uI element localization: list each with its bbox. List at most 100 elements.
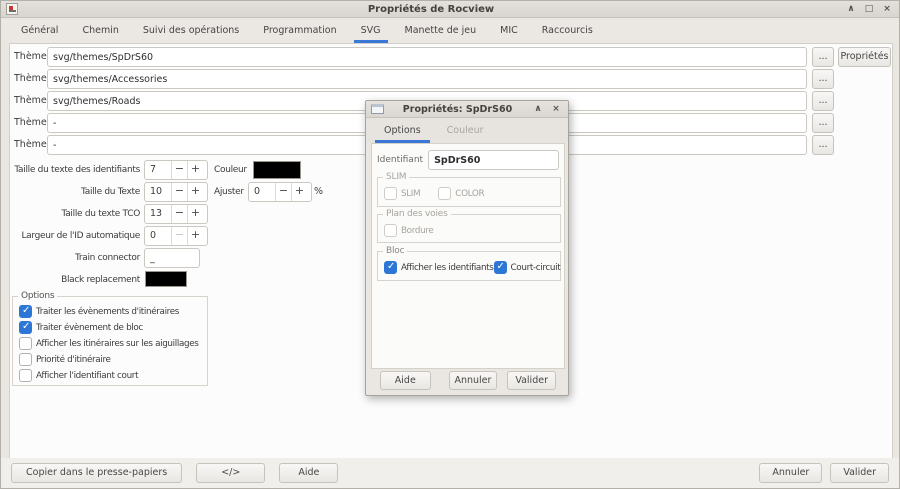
tab-svg[interactable]: SVG <box>349 19 393 43</box>
black-replacement-swatch[interactable] <box>145 271 187 287</box>
slim-group-title: SLIM <box>383 172 409 182</box>
spinner-value[interactable]: 0 <box>145 227 171 245</box>
id-text-size-label: Taille du texte des identifiants <box>10 160 140 180</box>
dialog-tabbar: Options Couleur <box>366 118 568 143</box>
dialog-tab-options[interactable]: Options <box>371 118 434 143</box>
tab-chemin[interactable]: Chemin <box>70 19 130 43</box>
auto-id-width-spinner: 0 − + <box>144 226 208 246</box>
tco-text-size-spinner: 13 − + <box>144 204 208 224</box>
color-swatch[interactable] <box>253 161 301 179</box>
spinner-value[interactable]: 7 <box>145 161 171 179</box>
browse-theme3-button[interactable]: ... <box>812 91 834 111</box>
browse-theme2-button[interactable]: ... <box>812 69 834 89</box>
maximize-icon[interactable]: □ <box>862 2 876 16</box>
dialog-cancel-button[interactable]: Annuler <box>449 371 498 390</box>
option-label: Traiter évènement de bloc <box>36 323 143 333</box>
tab-programmation[interactable]: Programmation <box>251 19 348 43</box>
bloc-group-title: Bloc <box>383 246 407 256</box>
bloc-group: Bloc Afficher les identifiants Court-cir… <box>377 251 561 281</box>
theme1-input[interactable] <box>47 47 807 67</box>
tab-general[interactable]: Général <box>9 19 70 43</box>
train-connector-input[interactable] <box>144 248 200 268</box>
option-label: Afficher les itinéraires sur les aiguill… <box>36 339 199 349</box>
court-circuit-checkbox[interactable]: Court-circuit <box>494 261 561 274</box>
option-label: Afficher les identifiants <box>401 263 494 273</box>
auto-id-width-label: Largeur de l'ID automatique <box>10 226 140 246</box>
close-icon[interactable]: × <box>880 2 894 16</box>
spin-increment-button[interactable]: + <box>187 161 203 179</box>
option-afficher-identifiant-court[interactable]: Afficher l'identifiant court <box>19 369 201 382</box>
afficher-identifiants-checkbox[interactable]: Afficher les identifiants <box>384 261 494 274</box>
dialog-help-button[interactable]: Aide <box>380 371 431 390</box>
spinner-value[interactable]: 13 <box>145 205 171 223</box>
spin-decrement-button[interactable]: − <box>171 183 187 201</box>
spdrs60-properties-dialog: Propriétés: SpDrS60 ∧ × Options Couleur … <box>365 100 569 396</box>
color-label: Couleur <box>214 160 247 180</box>
shade-icon[interactable]: ∧ <box>531 102 545 116</box>
dialog-button-row: Aide Annuler Valider <box>366 371 568 390</box>
checkbox-icon <box>384 224 397 237</box>
spin-decrement-button[interactable]: − <box>171 205 187 223</box>
black-replacement-label: Black replacement <box>10 270 140 290</box>
option-traiter-evenement-bloc[interactable]: Traiter évènement de bloc <box>19 321 201 334</box>
spin-increment-button[interactable]: + <box>291 183 307 201</box>
copy-to-clipboard-button[interactable]: Copier dans le presse-papiers <box>11 463 182 483</box>
rocview-app-icon <box>6 3 18 15</box>
rocview-properties-window: Propriétés de Rocview ∧ □ × Général Chem… <box>0 0 900 489</box>
theme1-properties-button[interactable]: Propriétés <box>838 47 891 67</box>
option-label: Traiter les évènements d'itinéraires <box>36 307 179 317</box>
tab-suivi-des-operations[interactable]: Suivi des opérations <box>131 19 251 43</box>
browse-theme5-button[interactable]: ... <box>812 135 834 155</box>
text-size-spinner: 10 − + <box>144 182 208 202</box>
identifiant-row: Identifiant <box>377 150 559 170</box>
id-text-size-spinner: 7 − + <box>144 160 208 180</box>
dialog-ok-button[interactable]: Valider <box>507 371 556 390</box>
code-button[interactable]: </> <box>196 463 265 483</box>
dialog-window-icon <box>371 104 384 114</box>
option-label: Afficher l'identifiant court <box>36 371 138 381</box>
window-title: Propriétés de Rocview <box>18 4 844 15</box>
option-priorite-itineraire[interactable]: Priorité d'itinéraire <box>19 353 201 366</box>
slim-group: SLIM SLIM COLOR <box>377 177 561 207</box>
option-traiter-evenements-itineraires[interactable]: Traiter les évènements d'itinéraires <box>19 305 201 318</box>
tab-mic[interactable]: MIC <box>488 19 530 43</box>
option-afficher-itineraires-aiguillages[interactable]: Afficher les itinéraires sur les aiguill… <box>19 337 201 350</box>
identifiant-label: Identifiant <box>377 155 423 165</box>
spinner-value[interactable]: 0 <box>249 183 275 201</box>
spin-increment-button[interactable]: + <box>187 227 203 245</box>
spinner-value[interactable]: 10 <box>145 183 171 201</box>
checkbox-icon <box>19 353 32 366</box>
spin-decrement-button[interactable]: − <box>171 161 187 179</box>
checkbox-icon <box>19 321 32 334</box>
spin-increment-button[interactable]: + <box>187 183 203 201</box>
theme2-input[interactable] <box>47 69 807 89</box>
dialog-titlebar[interactable]: Propriétés: SpDrS60 ∧ × <box>366 101 568 118</box>
train-connector-label: Train connector <box>10 248 140 268</box>
option-label: SLIM <box>401 189 420 199</box>
main-tabbar: Général Chemin Suivi des opérations Prog… <box>1 19 899 43</box>
titlebar[interactable]: Propriétés de Rocview ∧ □ × <box>1 1 899 18</box>
tab-raccourcis[interactable]: Raccourcis <box>530 19 605 43</box>
slim-checkbox: SLIM <box>384 187 420 200</box>
identifiant-input[interactable] <box>428 150 559 170</box>
dialog-title: Propriétés: SpDrS60 <box>384 104 531 115</box>
spin-decrement-button[interactable]: − <box>275 183 291 201</box>
adjust-label: Ajuster <box>214 182 244 202</box>
checkbox-icon <box>19 337 32 350</box>
checkbox-icon <box>19 305 32 318</box>
shade-icon[interactable]: ∧ <box>844 2 858 16</box>
dialog-options-panel: Identifiant SLIM SLIM COLOR Plan <box>371 143 565 369</box>
checkbox-icon <box>384 261 397 274</box>
cancel-button[interactable]: Annuler <box>759 463 822 483</box>
tab-manette-de-jeu[interactable]: Manette de jeu <box>393 19 489 43</box>
close-icon[interactable]: × <box>549 102 563 116</box>
browse-theme1-button[interactable]: ... <box>812 47 834 67</box>
spin-decrement-button: − <box>171 227 187 245</box>
options-group: Options Traiter les évènements d'itinéra… <box>12 296 208 386</box>
browse-theme4-button[interactable]: ... <box>812 113 834 133</box>
ok-button[interactable]: Valider <box>830 463 889 483</box>
option-label: COLOR <box>455 189 484 199</box>
help-button[interactable]: Aide <box>279 463 338 483</box>
tco-text-size-label: Taille du texte TCO <box>10 204 140 224</box>
spin-increment-button[interactable]: + <box>187 205 203 223</box>
